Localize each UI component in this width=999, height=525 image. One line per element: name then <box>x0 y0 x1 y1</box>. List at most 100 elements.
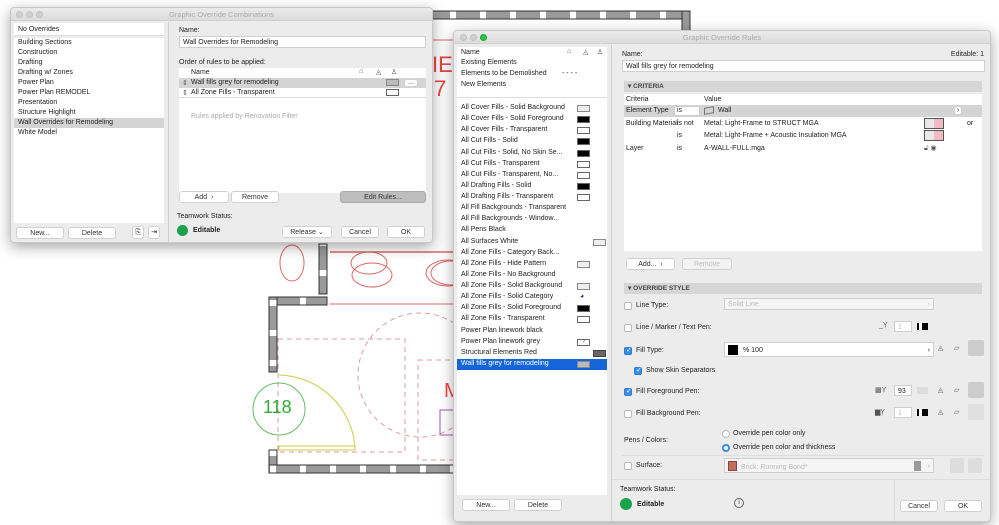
combination-item[interactable]: Drafting w/ Zones <box>14 68 164 78</box>
criteria-row[interactable]: Layer is A-WALL-FULL.mga 🔓︎ ◉ <box>624 143 982 155</box>
combination-item[interactable]: Power Plan <box>14 78 164 88</box>
combination-item[interactable]: Wall Overrides for Remodeling <box>14 118 164 128</box>
rule-list-item[interactable]: All Zone Fills - Solid Background <box>457 281 607 292</box>
line-pen-checkbox[interactable] <box>624 324 632 332</box>
renovation-item[interactable]: Existing Elements <box>457 58 607 68</box>
criteria-row[interactable]: Building Material is not Metal: Light-Fram… <box>624 117 982 130</box>
combination-item[interactable]: Structure Highlight <box>14 108 164 118</box>
zoom-window-button[interactable] <box>480 34 487 41</box>
pen-color-swatch[interactable] <box>917 409 928 416</box>
renovation-item[interactable]: Elements to be Demolished - - - - <box>457 69 607 79</box>
minimize-window-button[interactable] <box>470 34 477 41</box>
rule-list-item[interactable]: All Cover Fills - Solid Foreground <box>457 114 607 125</box>
fill-foreground-pen-checkbox[interactable] <box>624 387 632 396</box>
combination-item[interactable]: Construction <box>14 48 164 58</box>
rule-list-item[interactable]: All Zone Fills - Category Back... <box>457 248 607 259</box>
cut-fill-icon[interactable]: ◬ <box>938 344 943 352</box>
cover-fill-icon[interactable]: ▱ <box>954 344 959 352</box>
export-icon[interactable]: ⇥ <box>148 226 160 239</box>
fill-type-checkbox[interactable] <box>624 346 632 355</box>
drafting-fill-toggle[interactable] <box>968 340 984 356</box>
cancel-button[interactable]: Cancel <box>341 226 379 238</box>
combination-item[interactable]: Building Sections <box>14 38 164 48</box>
drafting-fill-toggle[interactable] <box>968 404 984 420</box>
pen-color-swatch[interactable] <box>917 387 928 394</box>
rule-list-item[interactable]: All Cut Fills - Transparent, No... <box>457 170 607 181</box>
combination-name-input[interactable]: Wall Overrides for Remodeling <box>179 36 426 48</box>
rule-list-item[interactable]: All Drafting Fills - Solid <box>457 181 607 192</box>
rule-list-item[interactable]: All Zone Fills - Hide Pattern <box>457 259 607 270</box>
pen-color-swatch[interactable] <box>917 323 928 330</box>
rule-name-input[interactable]: Wall fills grey for remodeling <box>622 60 985 72</box>
surface-option-icon[interactable] <box>968 458 982 473</box>
close-window-button[interactable] <box>460 34 467 41</box>
rule-list-item[interactable]: All Fill Backgrounds - Transparent <box>457 203 607 214</box>
delete-combination-button[interactable]: Delete <box>68 227 116 239</box>
cover-fill-icon[interactable]: ▱ <box>954 408 959 416</box>
rule-row[interactable]: ⇕ Wall fills grey for remodeling ... <box>179 78 426 88</box>
show-skin-separators-checkbox[interactable] <box>634 366 642 375</box>
line-type-checkbox[interactable] <box>624 302 632 310</box>
rules-list[interactable]: Name ⌂ ◬ ♙ Existing Elements Elements to … <box>457 47 607 495</box>
rule-list-item[interactable]: All Zone Fills - Transparent <box>457 314 607 325</box>
drag-handle-icon[interactable]: ⇕ <box>182 89 188 97</box>
criterion-operator[interactable]: is <box>674 106 700 116</box>
rule-list-item[interactable]: All Cover Fills - Solid Background <box>457 103 607 114</box>
combination-item[interactable]: Power Plan REMODEL <box>14 88 164 98</box>
combination-item[interactable]: Drafting <box>14 58 164 68</box>
combination-item[interactable]: White Model <box>14 128 164 138</box>
splitter[interactable] <box>611 45 612 521</box>
criterion-value[interactable]: Wall <box>718 107 731 114</box>
rule-list-item[interactable]: All Cut Fills - Transparent <box>457 159 607 170</box>
combination-item[interactable]: Presentation <box>14 98 164 108</box>
override-style-section-header[interactable]: ▾ OVERRIDE STYLE <box>624 283 982 294</box>
value-picker-button[interactable]: › <box>954 106 962 115</box>
delete-rule-button[interactable]: Delete <box>514 499 562 511</box>
combination-list[interactable]: Building Sections Construction Drafting Dra… <box>14 38 164 223</box>
ok-button[interactable]: OK <box>944 500 982 512</box>
release-dropdown[interactable]: Release ⌄ <box>282 226 332 238</box>
title-bar[interactable]: Graphic Override Combinations <box>11 8 432 21</box>
surface-option-icon[interactable] <box>950 458 964 473</box>
rule-list-item[interactable]: All Cover Fills - Transparent <box>457 125 607 136</box>
cancel-button[interactable]: Cancel <box>900 500 938 512</box>
rule-list-item[interactable]: All Pens Black <box>457 225 607 236</box>
rule-list-item[interactable]: All Zone Fills - Solid Foreground <box>457 303 607 314</box>
rule-row[interactable]: ⇕ All Zone Fills - Transparent <box>179 88 426 98</box>
zoom-window-button[interactable] <box>36 11 43 18</box>
fill-background-pen-checkbox[interactable] <box>624 410 632 418</box>
criteria-row[interactable]: is Metal: Light-Frame + Acoustic Insulati… <box>624 130 982 142</box>
add-criterion-button[interactable]: Add... › <box>626 258 675 270</box>
drafting-fill-toggle[interactable] <box>968 382 984 398</box>
rule-list-item[interactable]: All Fill Backgrounds - Window... <box>457 214 607 225</box>
fill-type-dropdown[interactable]: % 100 › <box>724 342 934 357</box>
surface-dropdown[interactable]: Brick: Running Bond* › <box>724 458 934 473</box>
line-type-dropdown[interactable]: Solid Line › <box>724 298 934 310</box>
new-rule-button[interactable]: New... <box>462 499 510 511</box>
cover-fill-icon[interactable]: ▱ <box>954 386 959 394</box>
pen-color-thickness-radio[interactable] <box>722 444 730 452</box>
rule-list-item[interactable]: All Drafting Fills - Transparent <box>457 192 607 203</box>
cut-fill-icon[interactable]: ◬ <box>938 386 943 394</box>
splitter[interactable] <box>168 22 169 242</box>
edit-rules-button[interactable]: Edit Rules... <box>340 191 426 203</box>
rule-list-item[interactable]: All Surfaces White <box>457 237 607 248</box>
renovation-item[interactable]: New Elements <box>457 80 607 90</box>
rule-list-item[interactable]: All Zone Fills - No Background <box>457 270 607 281</box>
criterion-value[interactable]: Metal: Light-Frame to STRUCT MGA <box>704 120 819 127</box>
ok-button[interactable]: OK <box>387 226 425 238</box>
criterion-value[interactable]: A-WALL-FULL.mga <box>704 145 765 152</box>
rule-list-item[interactable]: All Cut Fills - Solid <box>457 136 607 147</box>
new-combination-button[interactable]: New... <box>16 227 64 239</box>
criteria-row[interactable]: Element Type is Wall › <box>624 105 982 117</box>
rule-list-item[interactable]: Wall fills grey for remodeling <box>457 358 607 370</box>
close-window-button[interactable] <box>16 11 23 18</box>
rule-options-button[interactable]: ... <box>404 79 418 87</box>
import-icon[interactable]: ⎘ <box>132 226 144 239</box>
criteria-section-header[interactable]: ▾ CRITERIA <box>624 81 982 92</box>
cut-fill-icon[interactable]: ◬ <box>938 408 943 416</box>
no-overrides-item[interactable]: No Overrides <box>14 23 164 36</box>
add-rule-button[interactable]: Add › <box>179 191 229 203</box>
rule-list-item[interactable]: Power Plan linework grey? <box>457 337 607 348</box>
remove-rule-button[interactable]: Remove <box>231 191 279 203</box>
